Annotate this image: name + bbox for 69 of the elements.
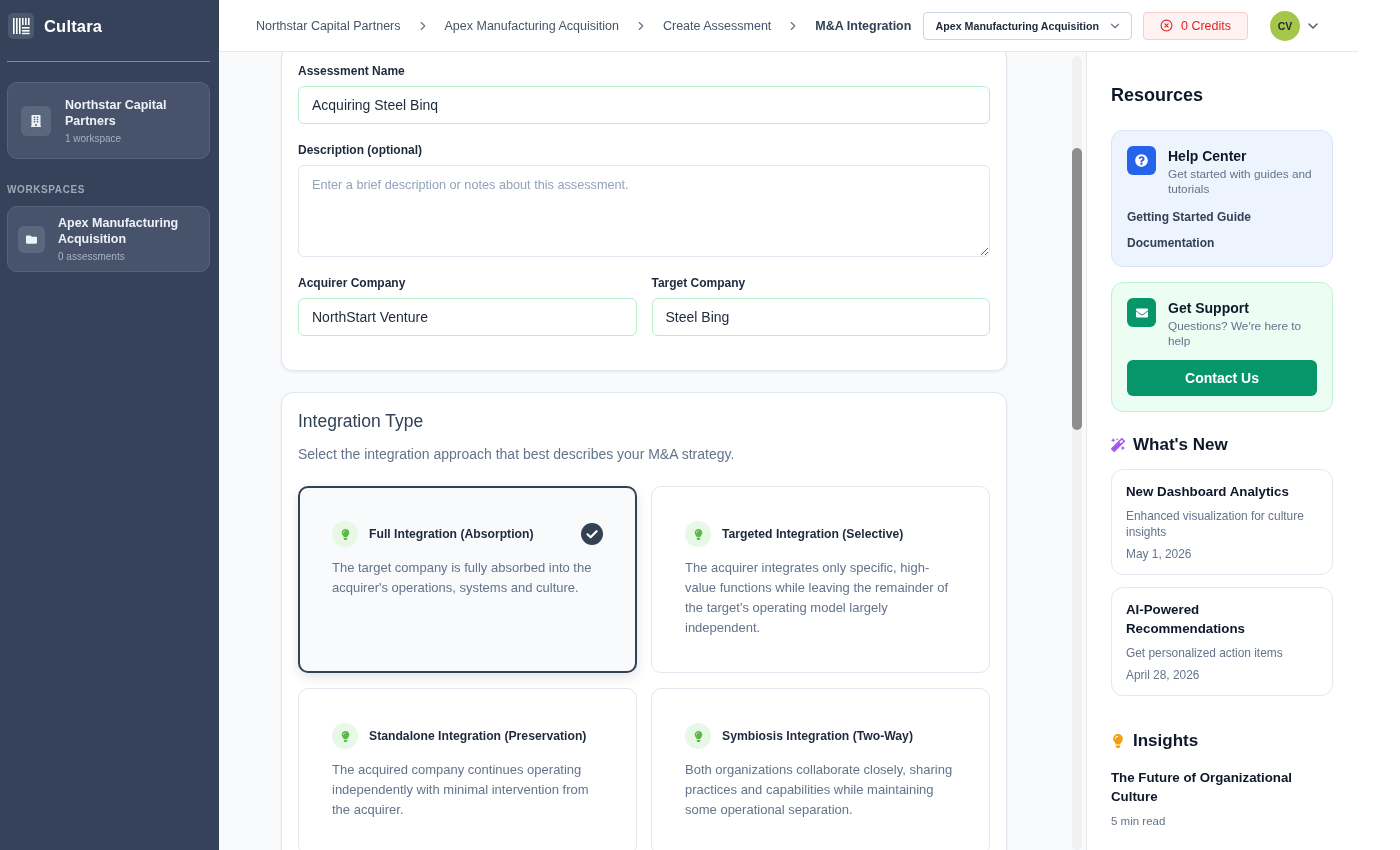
card-subtitle: Get started with guides and tutorials <box>1168 167 1313 197</box>
integration-option[interactable]: Full Integration (Absorption) The target company is fully absorbed into the acquirer's operations, systems and culture. <box>298 486 637 673</box>
field-label: Description (optional) <box>298 142 422 158</box>
input-field[interactable]: NorthStart Venture <box>298 298 637 336</box>
check-icon <box>581 523 603 545</box>
lightbulb-icon <box>332 521 358 547</box>
workspace-card[interactable]: Apex Manufacturing Acquisition 0 assessments <box>7 206 210 272</box>
news-description: Get personalized action items <box>1126 645 1283 661</box>
section-heading: What's New <box>1133 434 1228 456</box>
help-icon <box>1127 146 1156 175</box>
option-description: The acquirer integrates only specific, high-value functions while leaving the remainder of the target's operating model largely independent. <box>685 559 950 637</box>
option-description: Both organizations collaborate closely, sharing practices and capabilities while maintaining some operational separation. <box>685 761 954 819</box>
news-title: New Dashboard Analytics <box>1126 483 1289 501</box>
option-title: Targeted Integration (Selective) <box>722 526 905 542</box>
option-title: Full Integration (Absorption) <box>369 526 535 542</box>
building-icon <box>21 105 51 136</box>
workspace-select[interactable]: Apex Manufacturing Acquisition <box>923 11 1132 40</box>
credits-button[interactable]: 0 Credits <box>1142 11 1248 40</box>
breadcrumb-link[interactable]: Create Assessment <box>662 18 772 33</box>
scrollbar-thumb[interactable] <box>1072 148 1082 430</box>
option-title: Symbiosis Integration (Two-Way) <box>722 728 914 744</box>
field-label: Assessment Name <box>298 63 405 79</box>
lightbulb-icon <box>685 521 711 547</box>
folder-icon <box>18 225 45 253</box>
description-field[interactable]: Enter a brief description or notes about this assessment. <box>298 165 990 257</box>
breadcrumb-link[interactable]: M&A Integration <box>815 18 912 33</box>
x-circle-icon <box>1159 19 1173 32</box>
panel-heading: Resources <box>1111 84 1204 107</box>
article-title[interactable]: The Future of Organizational Culture <box>1111 768 1333 806</box>
workspace-name: Apex Manufacturing Acquisition <box>58 215 180 247</box>
magic-wand-icon <box>1111 438 1125 452</box>
article-meta: 5 min read <box>1111 814 1166 829</box>
contact-us-button[interactable]: Contact Us <box>1127 360 1317 396</box>
mail-icon <box>1127 298 1156 327</box>
breadcrumb-link[interactable]: Apex Manufacturing Acquisition <box>444 18 619 33</box>
section-heading: Insights <box>1133 730 1199 752</box>
lightbulb-icon <box>1111 734 1125 748</box>
section-subtitle: Select the integration approach that best describes your M&A strategy. <box>298 445 735 463</box>
lightbulb-icon <box>332 723 358 749</box>
organization-card[interactable]: Northstar Capital Partners 1 workspace <box>7 82 210 159</box>
option-title: Standalone Integration (Preservation) <box>369 728 588 744</box>
logo-icon <box>8 13 34 39</box>
help-link[interactable]: Documentation <box>1127 235 1215 251</box>
integration-option[interactable]: Targeted Integration (Selective) The acquirer integrates only specific, high-value functions while leaving the remainder of the target's operating model largely independent. <box>651 486 990 673</box>
help-link[interactable]: Getting Started Guide <box>1127 209 1251 225</box>
workspace-meta: 0 assessments <box>58 250 126 263</box>
card-title: Help Center <box>1168 147 1247 165</box>
organization-meta: 1 workspace <box>65 131 123 145</box>
section-label: WORKSPACES <box>7 184 86 195</box>
brand-name: Cultara <box>44 16 103 36</box>
field-label: Target Company <box>651 275 746 291</box>
news-description: Enhanced visualization for culture insights <box>1126 508 1305 540</box>
integration-option[interactable]: Symbiosis Integration (Two-Way) Both organizations collaborate closely, sharing practices and capabilities while maintaining some operational separation. <box>651 688 990 850</box>
option-description: The acquired company continues operating independently with minimal intervention from the acquirer. <box>332 761 590 819</box>
news-date: April 28, 2026 <box>1126 667 1200 683</box>
input-field[interactable]: Steel Bing <box>651 298 990 336</box>
organization-name: Northstar Capital Partners <box>65 96 168 129</box>
breadcrumb-link[interactable]: Northstar Capital Partners <box>256 18 401 33</box>
user-avatar[interactable]: CV <box>1270 10 1300 41</box>
option-description: The target company is fully absorbed into the acquirer's operations, systems and culture. <box>332 559 593 597</box>
input-field[interactable]: Acquiring Steel Binq <box>298 86 990 124</box>
lightbulb-icon <box>685 723 711 749</box>
news-title: AI-Powered Recommendations <box>1126 601 1246 638</box>
integration-option[interactable]: Standalone Integration (Preservation) The acquired company continues operating independently with minimal intervention from the acquirer. <box>298 688 637 850</box>
news-date: May 1, 2026 <box>1126 546 1192 562</box>
section-title: Integration Type <box>298 410 424 433</box>
field-label: Acquirer Company <box>298 275 406 291</box>
card-title: Get Support <box>1168 299 1249 317</box>
card-subtitle: Questions? We're here to help <box>1168 319 1303 349</box>
